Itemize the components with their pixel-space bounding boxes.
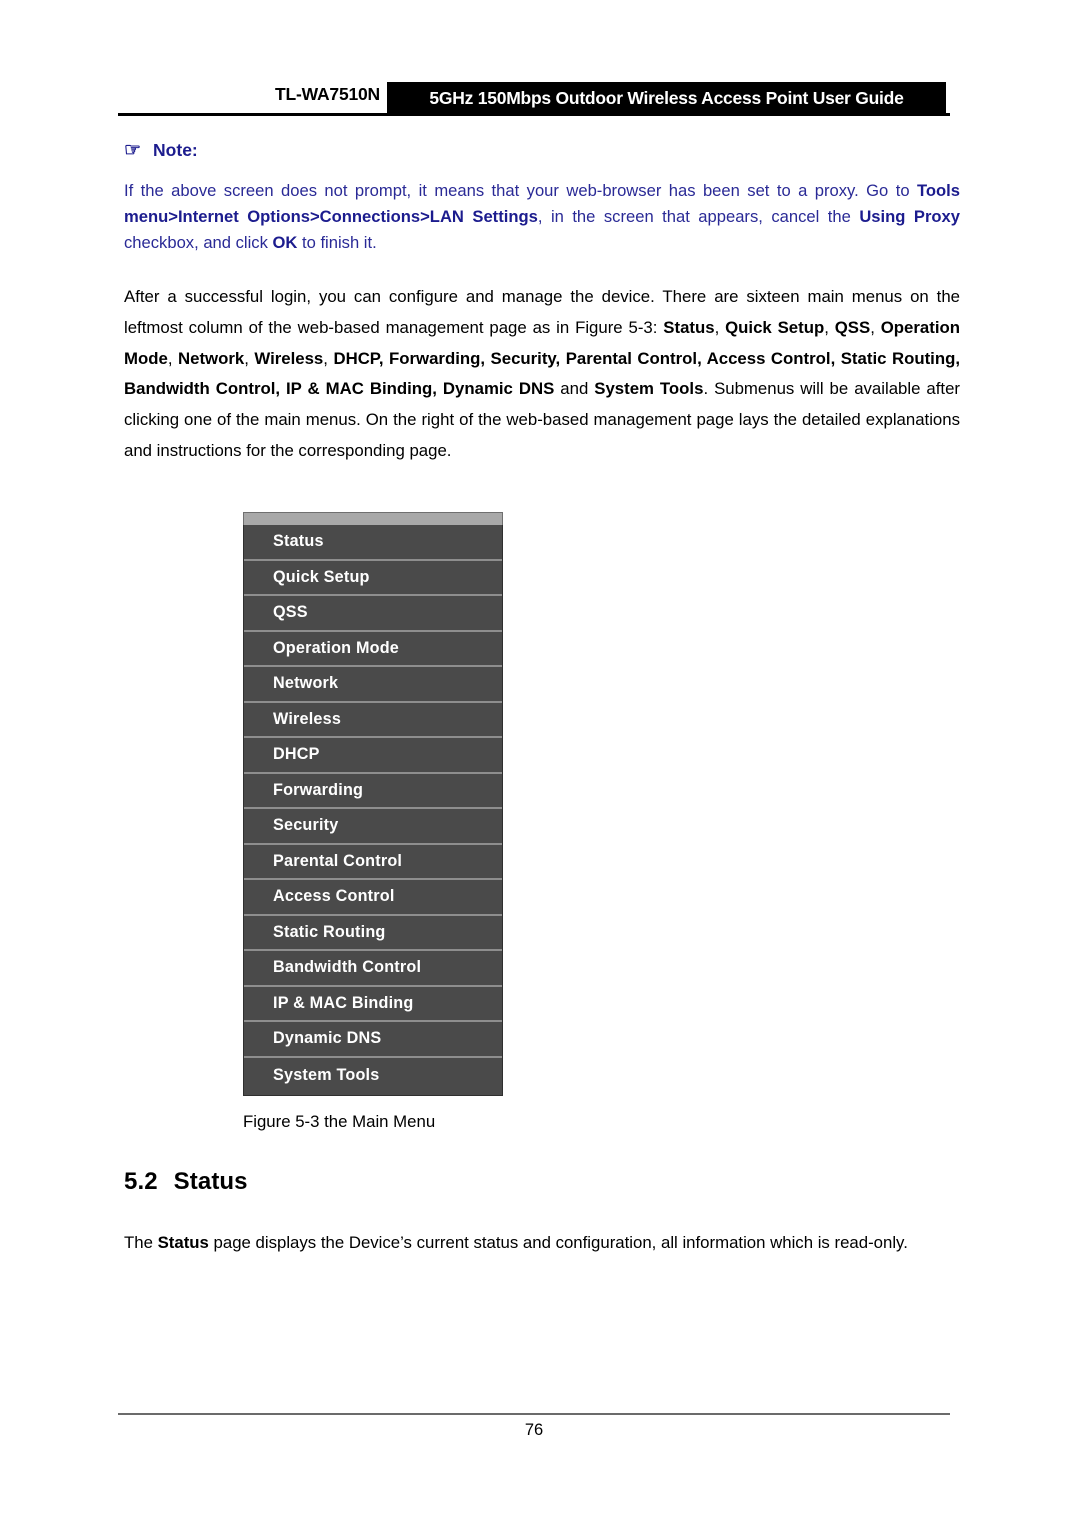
figure-caption: Figure 5-3 the Main Menu [243, 1112, 436, 1131]
main-menu-figure: Status Quick Setup QSS Operation Mode Networ… [243, 512, 503, 1096]
menu-item[interactable]: System Tools [244, 1057, 502, 1093]
pointing-hand-icon: ☞ [124, 140, 142, 161]
note-block: ☞ Note: If the above screen does not pro… [124, 140, 960, 255]
menu-item[interactable]: Quick Setup [244, 560, 502, 596]
menu-item[interactable]: Wireless [244, 702, 502, 738]
page-number: 76 [524, 1421, 544, 1439]
footer-rule [118, 1413, 950, 1415]
menu-item[interactable]: Operation Mode [244, 631, 502, 667]
section-title: Status [173, 1168, 248, 1195]
menu-item[interactable]: Forwarding [244, 773, 502, 809]
page-header: TL-WA7510N 5GHz 150Mbps Outdoor Wireless… [118, 82, 950, 118]
menu-item[interactable]: Network [244, 667, 502, 703]
status-paragraph: The Status page displays the Device’s cu… [124, 1233, 908, 1252]
menu-item[interactable]: Static Routing [244, 915, 502, 951]
section-number: 5.2 [124, 1168, 158, 1195]
section-heading: 5.2 Status [124, 1168, 248, 1196]
main-paragraph: After a successful login, you can config… [124, 287, 960, 460]
menu-item[interactable]: Bandwidth Control [244, 951, 502, 987]
header-title-band: 5GHz 150Mbps Outdoor Wireless Access Poi… [387, 82, 946, 115]
note-label: Note: [153, 140, 198, 160]
menu-item[interactable]: Security [244, 809, 502, 845]
menu-item[interactable]: Parental Control [244, 844, 502, 880]
note-body: If the above screen does not prompt, it … [124, 181, 960, 252]
menu-item[interactable]: Access Control [244, 880, 502, 916]
note-title: ☞ Note: [124, 140, 960, 161]
menu-item[interactable]: DHCP [244, 738, 502, 774]
menu-item[interactable]: QSS [244, 596, 502, 632]
menu-list: Status Quick Setup QSS Operation Mode Networ… [243, 525, 503, 1096]
menu-item[interactable]: Status [244, 525, 502, 561]
document-page: TL-WA7510N 5GHz 150Mbps Outdoor Wireless… [0, 0, 1080, 1527]
menu-top-bar [243, 512, 503, 525]
menu-item[interactable]: Dynamic DNS [244, 1022, 502, 1058]
menu-item[interactable]: IP & MAC Binding [244, 986, 502, 1022]
header-model-name: TL-WA7510N [275, 84, 380, 104]
